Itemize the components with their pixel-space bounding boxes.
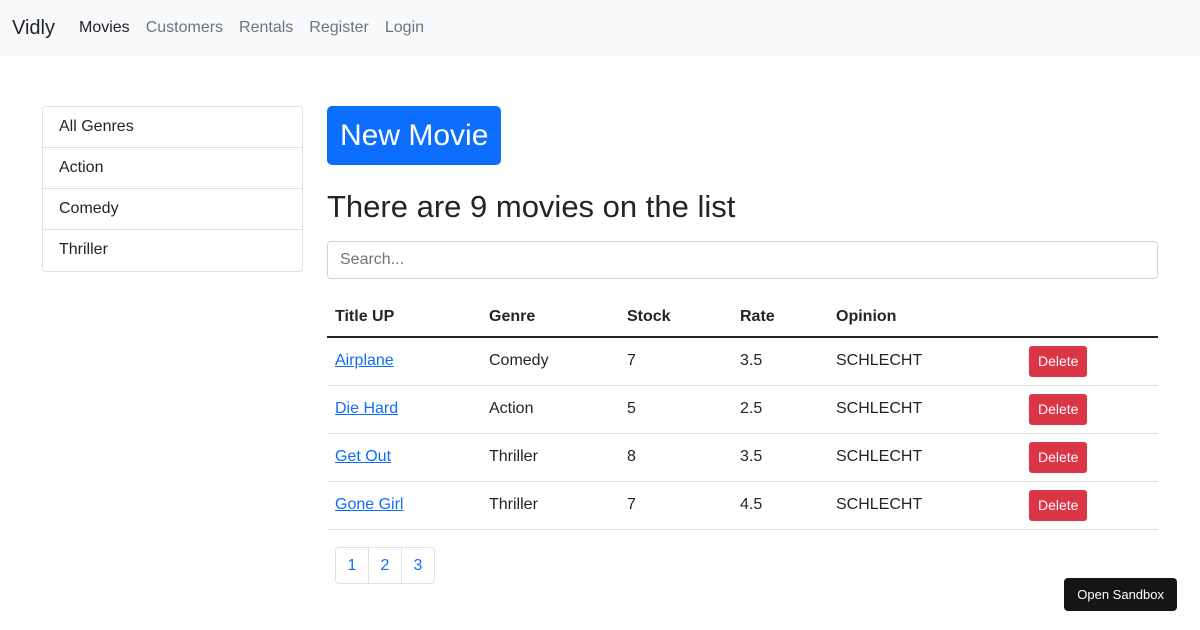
column-header-genre[interactable]: Genre (481, 297, 619, 338)
movie-opinion: SCHLECHT (828, 481, 1021, 530)
delete-button[interactable]: Delete (1029, 489, 1088, 521)
column-header-stock[interactable]: Stock (619, 297, 732, 338)
page-link-3[interactable]: 3 (401, 546, 435, 584)
delete-button[interactable]: Delete (1029, 345, 1088, 377)
movie-rate: 3.5 (732, 433, 828, 482)
movie-opinion: SCHLECHT (828, 385, 1021, 434)
table-row: Die Hard Action 5 2.5 SCHLECHT Delete (327, 385, 1158, 434)
table-row: Get Out Thriller 8 3.5 SCHLECHT Delete (327, 433, 1158, 482)
genre-list: All Genres Action Comedy Thriller (42, 106, 303, 272)
movie-genre: Comedy (481, 337, 619, 386)
movie-title-link[interactable]: Gone Girl (335, 496, 403, 513)
movie-title-link[interactable]: Airplane (335, 352, 394, 369)
movie-opinion: SCHLECHT (828, 337, 1021, 386)
column-header-action (1021, 297, 1158, 338)
movie-genre: Thriller (481, 433, 619, 482)
delete-button[interactable]: Delete (1029, 441, 1088, 473)
movie-stock: 8 (619, 433, 732, 482)
column-header-title[interactable]: Title UP (327, 297, 481, 338)
movie-stock: 7 (619, 481, 732, 530)
navbar: Vidly Movies Customers Rentals Register … (0, 0, 1200, 56)
table-row: Airplane Comedy 7 3.5 SCHLECHT Delete (327, 337, 1158, 386)
movie-genre: Thriller (481, 481, 619, 530)
movie-stock: 7 (619, 337, 732, 386)
movie-title-link[interactable]: Get Out (335, 448, 391, 465)
movie-genre: Action (481, 385, 619, 434)
column-header-opinion: Opinion (828, 297, 1021, 338)
nav-link-rentals[interactable]: Rentals (239, 19, 293, 37)
pagination: 1 2 3 (335, 546, 1158, 584)
table-row: Gone Girl Thriller 7 4.5 SCHLECHT Delete (327, 481, 1158, 530)
movie-rate: 3.5 (732, 337, 828, 386)
nav-link-customers[interactable]: Customers (146, 19, 223, 37)
movie-opinion: SCHLECHT (828, 433, 1021, 482)
table-header-row: Title UP Genre Stock Rate Opinion (327, 297, 1158, 338)
column-header-rate[interactable]: Rate (732, 297, 828, 338)
nav-link-movies[interactable]: Movies (79, 19, 130, 37)
movie-rate: 4.5 (732, 481, 828, 530)
nav-link-register[interactable]: Register (309, 19, 369, 37)
brand[interactable]: Vidly (12, 17, 55, 40)
delete-button[interactable]: Delete (1029, 393, 1088, 425)
movie-rate: 2.5 (732, 385, 828, 434)
genre-item-comedy[interactable]: Comedy (43, 189, 302, 230)
open-sandbox-button[interactable]: Open Sandbox (1064, 578, 1177, 611)
movies-table: Title UP Genre Stock Rate Opinion Airpla… (327, 297, 1158, 530)
main-content: New Movie There are 9 movies on the list… (327, 106, 1158, 584)
page-link-2[interactable]: 2 (368, 546, 402, 584)
new-movie-button[interactable]: New Movie (327, 106, 502, 165)
search-input[interactable] (327, 241, 1158, 279)
nav-link-login[interactable]: Login (385, 19, 424, 37)
genre-item-all[interactable]: All Genres (43, 107, 302, 148)
movie-stock: 5 (619, 385, 732, 434)
movie-title-link[interactable]: Die Hard (335, 400, 398, 417)
genre-item-thriller[interactable]: Thriller (43, 230, 302, 271)
movie-count-heading: There are 9 movies on the list (327, 189, 736, 224)
genre-item-action[interactable]: Action (43, 148, 302, 189)
page-link-1[interactable]: 1 (335, 546, 369, 584)
